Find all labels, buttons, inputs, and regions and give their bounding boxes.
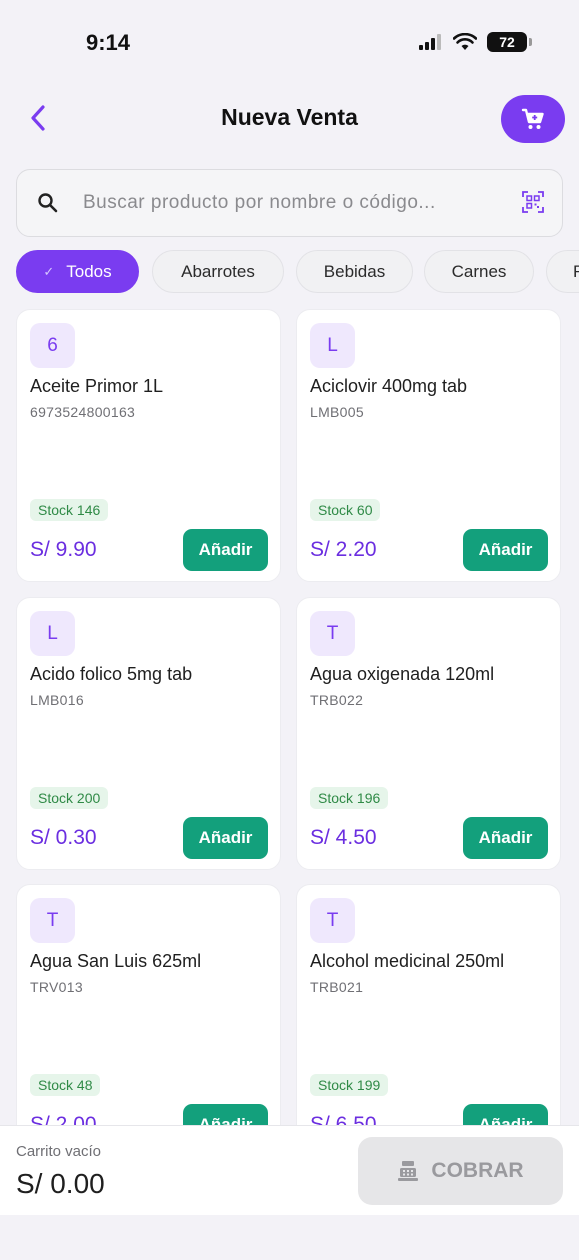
product-code: TRB021 bbox=[310, 979, 364, 995]
chip-label: Carnes bbox=[451, 261, 507, 281]
checkout-label: COBRAR bbox=[431, 1159, 524, 1182]
product-card[interactable]: L Aciclovir 400mg tab LMB005 Stock 60 S/… bbox=[296, 309, 561, 582]
stock-badge: Stock 146 bbox=[30, 499, 109, 521]
product-initial: 6 bbox=[30, 323, 75, 368]
product-price: S/ 2.00 bbox=[30, 1113, 97, 1125]
product-price: S/ 0.30 bbox=[30, 826, 97, 849]
chip-carnes[interactable]: Carnes bbox=[424, 250, 534, 293]
product-code: TRV013 bbox=[30, 979, 83, 995]
product-name: Aceite Primor 1L bbox=[30, 376, 164, 396]
stock-badge: Stock 200 bbox=[30, 787, 109, 809]
battery-icon: 72 bbox=[487, 32, 532, 52]
product-name: Aciclovir 400mg tab bbox=[310, 376, 468, 396]
chip-todos[interactable]: ✓ Todos bbox=[16, 250, 139, 293]
chip-more[interactable]: F bbox=[546, 250, 579, 293]
chip-label: Todos bbox=[66, 261, 112, 281]
product-price: S/ 4.50 bbox=[310, 826, 377, 849]
chip-abarrotes[interactable]: Abarrotes bbox=[152, 250, 284, 293]
product-name: Agua oxigenada 120ml bbox=[310, 664, 495, 684]
product-name: Agua San Luis 625ml bbox=[30, 951, 202, 971]
product-card[interactable]: T Agua San Luis 625ml TRV013 Stock 48 S/… bbox=[16, 884, 281, 1125]
chip-label: Bebidas bbox=[323, 261, 386, 281]
chip-label: Abarrotes bbox=[181, 261, 255, 281]
qr-scan-icon[interactable] bbox=[522, 191, 544, 213]
search-input[interactable] bbox=[83, 170, 503, 236]
product-initial: L bbox=[30, 611, 75, 656]
product-card[interactable]: T Alcohol medicinal 250ml TRB021 Stock 1… bbox=[296, 884, 561, 1125]
product-price: S/ 2.20 bbox=[310, 538, 377, 561]
cart-button[interactable] bbox=[501, 95, 565, 143]
stock-badge: Stock 196 bbox=[310, 787, 389, 809]
chip-bebidas[interactable]: Bebidas bbox=[296, 250, 413, 293]
product-code: LMB016 bbox=[30, 692, 84, 708]
product-code: 6973524800163 bbox=[30, 404, 136, 420]
add-button[interactable]: Añadir bbox=[183, 817, 268, 859]
product-card[interactable]: T Agua oxigenada 120ml TRB022 Stock 196 … bbox=[296, 597, 561, 870]
status-icons: 72 bbox=[419, 32, 532, 52]
cart-status: Carrito vacío bbox=[16, 1143, 102, 1160]
category-filter: ✓ Todos Abarrotes Bebidas Carnes F bbox=[16, 250, 579, 294]
shopping-cart-icon bbox=[521, 108, 544, 129]
checkout-bar: Carrito vacío S/ 0.00 COBRAR bbox=[0, 1125, 579, 1215]
add-button[interactable]: Añadir bbox=[183, 529, 268, 571]
product-price: S/ 6.50 bbox=[310, 1113, 377, 1125]
product-card[interactable]: L Acido folico 5mg tab LMB016 Stock 200 … bbox=[16, 597, 281, 870]
status-bar: 9:14 72 bbox=[0, 0, 579, 80]
chip-label: F bbox=[573, 261, 579, 281]
home-indicator-area bbox=[0, 1215, 579, 1260]
wifi-icon bbox=[453, 33, 477, 50]
product-price: S/ 9.90 bbox=[30, 538, 97, 561]
check-icon: ✓ bbox=[43, 263, 55, 279]
add-button[interactable]: Añadir bbox=[463, 529, 548, 571]
product-grid: 6 Aceite Primor 1L 6973524800163 Stock 1… bbox=[0, 308, 579, 1125]
stock-badge: Stock 60 bbox=[310, 499, 381, 521]
add-button[interactable]: Añadir bbox=[463, 1104, 548, 1125]
stock-badge: Stock 199 bbox=[310, 1074, 389, 1096]
add-button[interactable]: Añadir bbox=[463, 817, 548, 859]
nav-bar: Nueva Venta bbox=[0, 88, 579, 148]
cash-register-icon bbox=[398, 1161, 419, 1181]
add-button[interactable]: Añadir bbox=[183, 1104, 268, 1125]
page-title: Nueva Venta bbox=[221, 104, 358, 130]
status-time: 9:14 bbox=[86, 30, 131, 55]
stock-badge: Stock 48 bbox=[30, 1074, 101, 1096]
product-code: TRB022 bbox=[310, 692, 364, 708]
search-bar bbox=[16, 169, 563, 237]
product-name: Alcohol medicinal 250ml bbox=[310, 951, 505, 971]
product-initial: T bbox=[310, 898, 355, 943]
product-card[interactable]: 6 Aceite Primor 1L 6973524800163 Stock 1… bbox=[16, 309, 281, 582]
product-code: LMB005 bbox=[310, 404, 364, 420]
signal-icon bbox=[419, 34, 441, 50]
search-icon bbox=[38, 193, 58, 213]
cart-total: S/ 0.00 bbox=[16, 1168, 105, 1199]
product-name: Acido folico 5mg tab bbox=[30, 664, 193, 684]
product-initial: L bbox=[310, 323, 355, 368]
product-initial: T bbox=[310, 611, 355, 656]
checkout-button[interactable]: COBRAR bbox=[358, 1137, 563, 1205]
product-initial: T bbox=[30, 898, 75, 943]
